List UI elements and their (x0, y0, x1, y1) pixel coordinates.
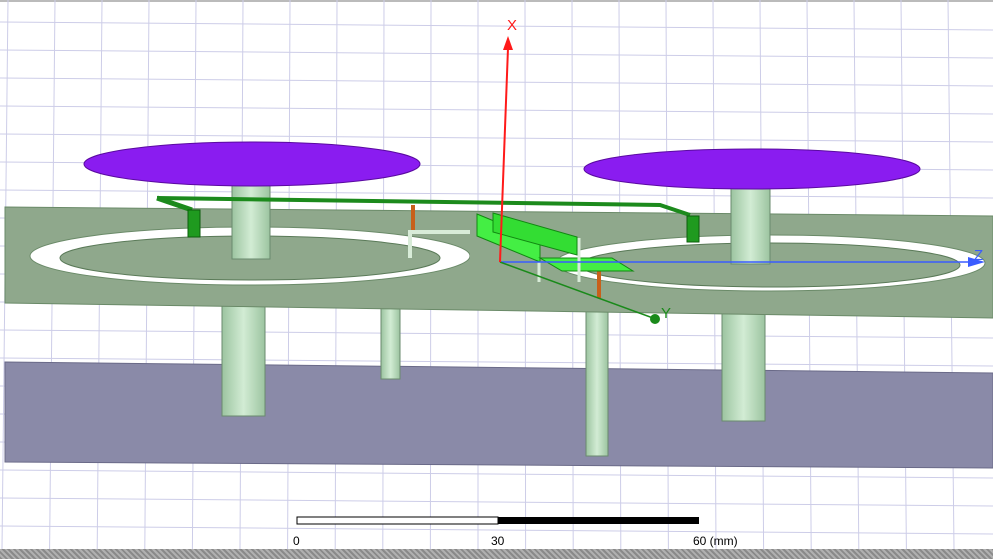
upper-post-right (730, 181, 771, 265)
feed-stub-left (187, 209, 201, 238)
lower-post-thin-left (380, 299, 401, 380)
x-axis-label: X (507, 17, 518, 34)
upper-post-left (231, 177, 271, 260)
z-axis-label: Z (974, 247, 984, 264)
patch-left (83, 141, 421, 187)
model-scene (0, 0, 993, 559)
feed-stub-right (686, 215, 700, 243)
y-axis-label: Y (661, 305, 672, 322)
scale-tick-30: 30 (491, 534, 505, 548)
patch-right (583, 148, 921, 190)
scale-bar-black (498, 517, 699, 524)
lower-post-right (721, 304, 766, 422)
3d-model-viewport[interactable]: X Y Z 0 30 60 (mm) (0, 0, 993, 559)
scale-bar-white (296, 516, 499, 525)
lower-post-left (221, 299, 266, 417)
status-bar (0, 549, 993, 559)
lower-post-thin-center (585, 304, 609, 457)
ground-plane (4, 361, 993, 469)
scale-tick-60: 60 (mm) (693, 534, 738, 548)
scale-tick-0: 0 (293, 534, 300, 548)
